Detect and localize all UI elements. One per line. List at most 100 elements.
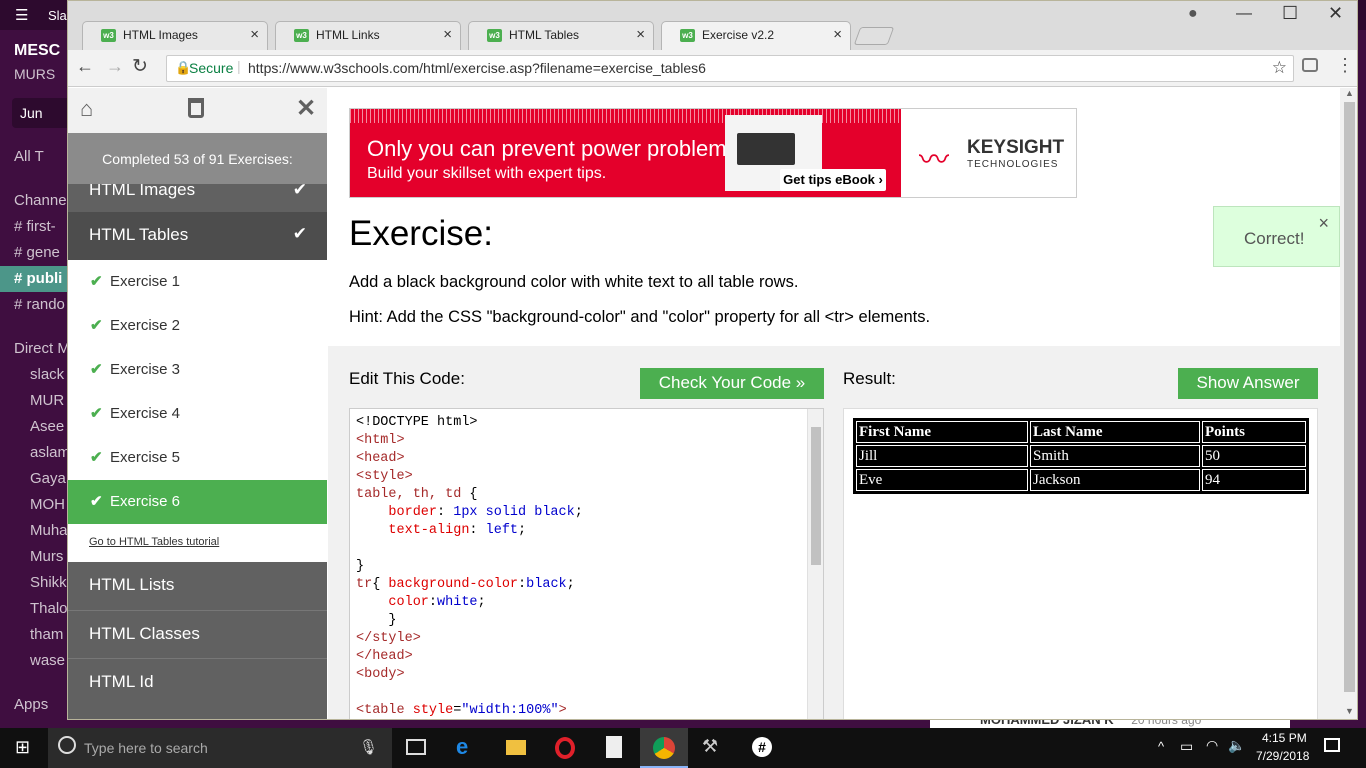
browser-window: w3 HTML Images × w3 HTML Links × w3 HTML… [67,0,1358,720]
dm-item[interactable]: MOH [30,496,65,513]
new-tab-button[interactable] [853,27,895,45]
menu-icon[interactable]: ☰ [15,6,28,24]
chrome-menu-icon[interactable]: ⋮ [1336,55,1354,76]
code-editor[interactable]: <!DOCTYPE html> <html> <head> <style> ta… [349,408,824,719]
exercise-item-4[interactable]: ✔ Exercise 4 [68,392,327,436]
dm-item[interactable]: Asee [30,418,64,435]
channel-item-active[interactable]: # publi [14,270,62,287]
dm-item[interactable]: Thalo [30,600,68,617]
clock-time[interactable]: 4:15 PM [1262,731,1307,745]
page-title: Exercise: [349,214,493,253]
maximize-icon[interactable]: ☐ [1282,3,1298,24]
page-scroll-thumb[interactable] [1344,102,1355,692]
tools-icon[interactable]: ⚒ [702,736,718,757]
team-name[interactable]: MESC [14,42,60,60]
chrome-taskbar-button[interactable] [640,728,688,768]
completed-counter: Completed 53 of 91 Exercises: [68,133,327,184]
tab-html-links[interactable]: w3 HTML Links × [275,21,461,50]
ad-banner[interactable]: Only you can prevent power problems. Bui… [349,108,1077,198]
editor-scrollbar[interactable] [807,409,823,719]
close-window-icon[interactable]: ✕ [1328,3,1343,24]
microphone-icon[interactable]: 🎙 [359,738,378,756]
dm-item[interactable]: Muha [30,522,68,539]
channel-item[interactable]: # gene [14,244,60,261]
close-alert-icon[interactable]: × [1318,213,1329,234]
exercise-item-3[interactable]: ✔ Exercise 3 [68,348,327,392]
home-icon[interactable]: ⌂ [80,96,93,122]
all-threads[interactable]: All T [14,148,44,165]
profile-icon[interactable]: ● [1188,5,1198,23]
dm-item[interactable]: Shikk [30,574,67,591]
windows-start-icon[interactable]: ⊞ [15,737,30,758]
dm-item[interactable]: tham [30,626,63,643]
volume-icon[interactable]: 🔈 [1228,737,1245,754]
taskbar-search[interactable]: Type here to search 🎙 [48,728,392,768]
close-tab-icon[interactable]: × [250,26,259,43]
dm-item[interactable]: Murs [30,548,63,565]
notepad-icon[interactable] [606,736,622,758]
close-tab-icon[interactable]: × [443,26,452,43]
scroll-up-icon[interactable]: ▲ [1345,88,1354,98]
channel-item[interactable]: # first- [14,218,56,235]
address-bar[interactable]: 🔒 Secure | https://www.w3schools.com/htm… [166,55,1294,82]
file-explorer-icon[interactable] [506,740,526,755]
close-icon[interactable]: ✕ [296,94,316,123]
edit-label: Edit This Code: [349,369,465,388]
slack-taskbar-icon[interactable]: # [752,737,772,757]
dm-item[interactable]: wase [30,652,65,669]
editor-scroll-thumb[interactable] [811,427,821,565]
task-view-icon[interactable] [406,739,426,755]
exercise-item-2[interactable]: ✔ Exercise 2 [68,304,327,348]
instruction-text: Add a black background color with white … [349,273,799,291]
dm-item[interactable]: MUR [30,392,64,409]
ad-headline: Only you can prevent power problems. [367,136,744,161]
exercise-item-6[interactable]: ✔ Exercise 6 [68,480,327,524]
exercise-label: Exercise 4 [110,405,181,422]
forward-icon[interactable]: → [106,56,124,77]
jump-to[interactable]: Jun [12,98,68,128]
exercise-item-1[interactable]: ✔ Exercise 1 [68,260,327,304]
chrome-icon [653,737,675,759]
channel-item[interactable]: # rando [14,296,65,313]
url-text[interactable]: https://www.w3schools.com/html/exercise.… [248,60,706,76]
dm-item[interactable]: slack [30,366,64,383]
check-code-button[interactable]: Check Your Code » [640,368,824,399]
section-html-id[interactable]: HTML Id [68,658,327,706]
opera-icon[interactable] [555,737,575,759]
edge-icon[interactable]: e [456,734,468,760]
table-cell: Jackson [1030,469,1200,491]
close-tab-icon[interactable]: × [833,26,842,43]
dm-item[interactable]: Gaya [30,470,66,487]
back-icon[interactable]: ← [76,56,94,77]
chevron-up-icon[interactable]: ^ [1158,739,1164,754]
tab-exercise[interactable]: w3 Exercise v2.2 × [661,21,851,50]
jump-label: Jun [20,105,43,121]
section-html-lists[interactable]: HTML Lists [68,562,327,610]
minimize-icon[interactable]: — [1236,5,1252,23]
exercise-item-5[interactable]: ✔ Exercise 5 [68,436,327,480]
trash-icon[interactable] [188,98,204,118]
dm-item[interactable]: aslam [30,444,68,461]
tab-html-tables[interactable]: w3 HTML Tables × [468,21,654,50]
tutorial-link[interactable]: Go to HTML Tables tutorial [68,524,327,562]
exercise-main: Only you can prevent power problems. Bui… [328,88,1340,719]
section-html-tables[interactable]: HTML Tables ✔ [68,212,327,260]
close-tab-icon[interactable]: × [636,26,645,43]
table-row: Jill Smith 50 [856,445,1306,467]
extension-icon[interactable] [1302,58,1318,72]
table-header-cell: First Name [856,421,1028,443]
wifi-icon[interactable]: ◠ [1206,737,1218,754]
notifications-icon[interactable] [1324,738,1340,752]
reload-icon[interactable]: ↻ [132,55,148,78]
scroll-down-icon[interactable]: ▼ [1345,706,1354,716]
page-scrollbar[interactable]: ▲ ▼ [1340,88,1357,719]
battery-icon[interactable]: ▭ [1180,738,1193,755]
code-text[interactable]: <!DOCTYPE html> <html> <head> <style> ta… [350,409,823,719]
tab-html-images[interactable]: w3 HTML Images × [82,21,268,50]
bookmark-star-icon[interactable]: ☆ [1272,58,1287,78]
ad-cta-button[interactable]: Get tips eBook › [780,169,886,191]
secure-label: Secure [189,60,234,76]
show-answer-button[interactable]: Show Answer [1178,368,1318,399]
section-html-classes[interactable]: HTML Classes [68,610,327,658]
clock-date[interactable]: 7/29/2018 [1256,749,1309,763]
